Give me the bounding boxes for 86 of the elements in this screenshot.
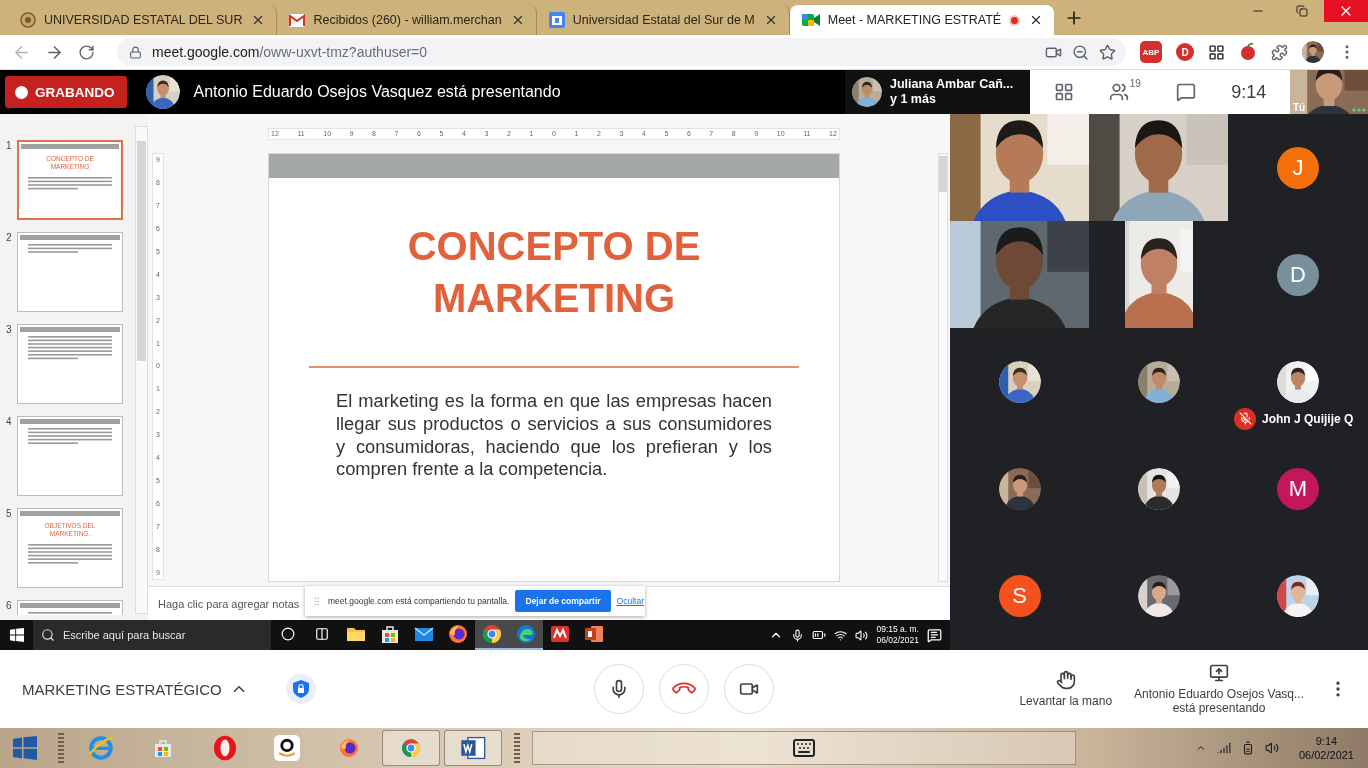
hang-up-button[interactable] [659,664,709,714]
video-camera-icon [801,13,820,27]
slides-app-icon[interactable] [584,624,604,644]
meeting-time: 9:14 [1231,81,1267,103]
mail-icon[interactable] [414,624,434,644]
zoom-out-icon[interactable] [1072,43,1089,61]
grid-icon[interactable] [1208,43,1225,61]
recording-label: GRABANDO [35,84,115,100]
star-icon[interactable] [1099,43,1116,61]
self-label: Tú [1293,102,1306,113]
chat-icon[interactable] [1176,82,1197,102]
extension-badge[interactable]: D [1176,43,1194,61]
signal-icon[interactable] [1216,741,1231,755]
mic-icon[interactable] [791,628,805,642]
slide-thumbnail[interactable] [17,416,123,496]
presenting-button[interactable]: Antonio Eduardo Osejos Vasq... está presentando [1134,663,1304,715]
browser-icon[interactable] [482,624,502,644]
letter-avatar: S [998,575,1041,618]
taskbar-app[interactable] [475,620,509,650]
notifications-icon[interactable] [927,627,942,643]
slide-number: 6 [6,600,12,611]
slide-number: 3 [6,324,12,335]
taskbar-time: 09:15 a. m. [876,624,919,635]
taskbar-date: 06/02/2021 [1298,748,1354,762]
fox-browser-icon[interactable] [339,738,359,758]
lock-icon [129,45,142,59]
puzzle-icon[interactable] [1271,43,1288,61]
fox-browser-icon[interactable] [448,624,468,644]
taskbar-time: 9:14 [1315,734,1338,748]
participant-name: John J Quijije Q [1262,411,1354,426]
present-screen-icon [1209,663,1230,683]
slide-thumbnail[interactable] [17,232,123,312]
raise-hand-button[interactable]: Levantar la mano [1019,670,1113,708]
keyboard-icon[interactable] [792,736,816,760]
more-participants: y 1 más [890,92,937,107]
start-icon[interactable] [13,736,37,760]
hide-link[interactable]: Ocultar [616,596,644,606]
calendar-icon [548,12,565,28]
battery-icon[interactable] [812,628,827,642]
ring-browser-icon[interactable] [212,735,238,761]
shopping-bag-icon[interactable] [380,624,400,644]
participant-name: Juliana Ambar Cañ... [890,77,1014,92]
apple-icon[interactable] [1239,43,1257,61]
search-field[interactable]: Escribe aquí para buscar [33,620,271,650]
reload-icon[interactable] [78,43,95,61]
share-message: meet.google.com está compartiendo tu pantalla. [328,596,510,606]
seal-icon [20,12,36,28]
start-icon[interactable] [9,628,24,642]
slide-number: 2 [6,232,12,243]
slide-body: El marketing es la forma en que las empresas hacen llegar sus productos o servicios a sus consumidores y consumidoras, haciendo que los prefieran y los compren frente a la competencia. [336,390,772,482]
slide-number: 5 [6,508,12,519]
extension-badge[interactable]: ABP [1140,41,1162,63]
record-dot-icon [15,85,28,99]
letter-avatar: M [1277,468,1319,511]
grid-icon[interactable] [1053,82,1074,102]
drag-handle-icon[interactable] [311,595,322,607]
microphone-button[interactable] [594,664,644,714]
stop-sharing-button[interactable]: Dejar de compartir [515,590,611,612]
browser-tab[interactable]: Meet - MARKETING ESTRATÉ [789,5,1055,35]
slide-title: CONCEPTO DE MARKETING [406,223,702,322]
address-field[interactable]: meet.google.com/oww-uxvt-tmz?authuser=0 [117,38,1126,66]
taskbar-date: 06/02/2021 [876,635,919,646]
scrollbar[interactable] [135,126,148,614]
document-app-icon[interactable] [460,735,486,761]
scrollbar[interactable] [938,153,948,582]
browser-icon[interactable] [401,738,421,758]
slide-thumbnail[interactable] [17,324,123,404]
slide-number: 4 [6,416,12,427]
slide-number: 1 [6,140,12,151]
wave-browser-icon[interactable] [516,624,536,644]
mail-icon [289,13,306,27]
taskbar-app[interactable] [444,730,502,766]
letter-m-app-icon[interactable] [550,624,570,644]
microphone-icon [609,679,629,699]
letter-avatar: J [1277,146,1319,189]
search-icon [41,628,55,642]
shield-lock-icon[interactable] [285,674,316,704]
meeting-title[interactable]: MARKETING ESTRATÉGICO [22,680,222,698]
camera-button[interactable] [724,664,774,714]
more-dots-icon[interactable] [1352,108,1366,112]
wifi-icon[interactable] [834,628,848,642]
volume-icon[interactable] [855,628,869,642]
letter-avatar: D [1277,253,1319,296]
notes-placeholder[interactable]: Haga clic para agregar notas [158,597,300,610]
hand-icon [1055,670,1076,690]
presenter-text: Antonio Eduardo Osejos Vasquez está presentando [193,83,561,101]
